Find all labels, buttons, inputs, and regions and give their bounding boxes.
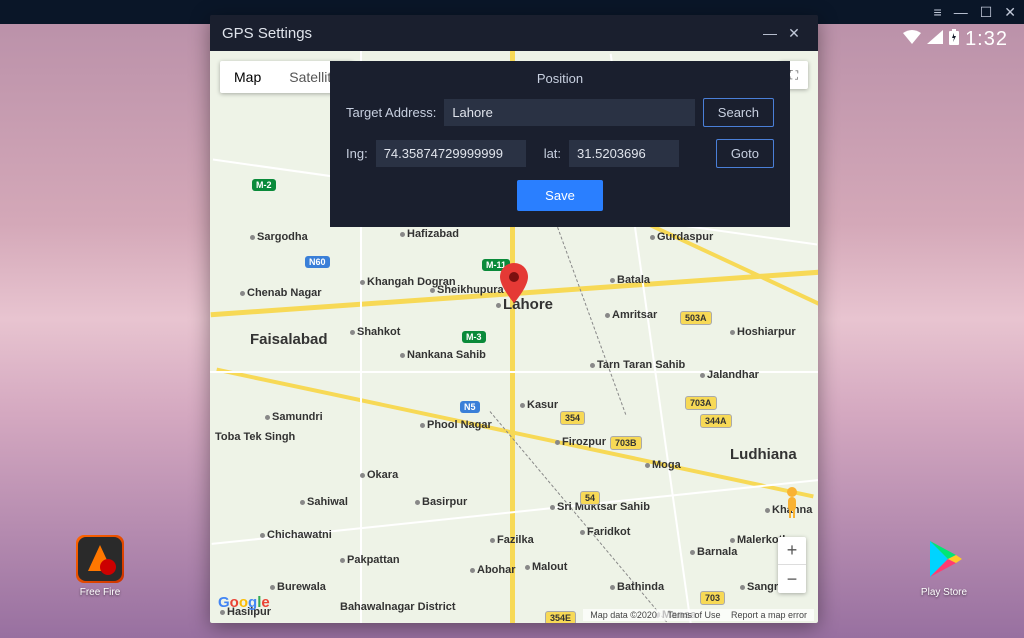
city-muktsar: Sri Muktsar Sahib [550,501,650,513]
city-sargodha: Sargodha [250,231,308,243]
svg-text:Google: Google [218,594,270,611]
search-button[interactable]: Search [703,98,774,127]
city-malout: Malout [525,561,567,573]
city-jalandhar: Jalandhar [700,369,759,381]
app-icon-playstore[interactable]: Play Store [914,535,974,598]
hamburger-icon[interactable]: ≡ [934,4,942,20]
shield-703a: 703A [685,396,717,410]
city-firozpur: Firozpur [555,436,606,448]
city-bathinda: Bathinda [610,581,664,593]
zoom-controls: + − [778,537,806,593]
report-error-link[interactable]: Report a map error [731,610,807,620]
city-gurdaspur: Gurdaspur [650,231,713,243]
city-burewala: Burewala [270,581,326,593]
shield-703b: 703B [610,436,642,450]
shield-503a: 503A [680,311,712,325]
app-icon-freefire[interactable]: Free Fire [70,535,130,598]
wifi-icon [903,30,921,49]
city-abohar: Abohar [470,564,516,576]
city-shahkot: Shahkot [350,326,400,338]
shield-354: 354 [560,411,585,425]
lat-label: lat: [544,146,561,161]
city-hoshiarpur: Hoshiarpur [730,326,796,338]
city-tarntaran: Tarn Taran Sahib [590,359,685,371]
city-basirpur: Basirpur [415,496,467,508]
city-tobatek: Toba Tek Singh [215,431,295,443]
target-address-label: Target Address: [346,105,436,120]
lng-input[interactable] [376,140,526,167]
map-attribution: Map data ©2020 Terms of Use Report a map… [583,609,814,621]
android-statusbar: 1:32 [903,24,1024,54]
close-icon[interactable]: ✕ [1004,4,1016,21]
city-phoolnagar: Phool Nagar [420,419,492,431]
minimize-icon[interactable]: — [954,4,968,20]
clock-time: 1:32 [965,28,1008,51]
terms-link[interactable]: Terms of Use [667,610,720,620]
city-pakpattan: Pakpattan [340,554,400,566]
lng-label: Ing: [346,146,368,161]
city-samundri: Samundri [265,411,323,423]
city-moga: Moga [645,459,681,471]
lat-input[interactable] [569,140,679,167]
shield-354e: 354E [545,611,576,623]
window-close-icon[interactable]: ✕ [782,25,806,42]
signal-icon [927,30,943,49]
save-button[interactable]: Save [517,180,603,211]
city-kasur: Kasur [520,399,558,411]
zoom-out-button[interactable]: − [778,565,806,593]
city-ludhiana: Ludhiana [730,446,797,463]
app-label: Play Store [914,587,974,598]
shield-m3: M-3 [462,331,486,343]
maximize-icon[interactable]: ☐ [980,4,993,21]
goto-button[interactable]: Goto [716,139,774,168]
target-address-input[interactable] [444,99,694,126]
shield-n5: N5 [460,401,480,413]
freefire-icon-image [76,535,124,583]
zoom-in-button[interactable]: + [778,537,806,565]
map-viewport[interactable]: Lahore Faisalabad Ludhiana Sargodha Hafi… [210,51,818,623]
shield-344a: 344A [700,414,732,428]
city-amritsar: Amritsar [605,309,657,321]
map-data-text: Map data ©2020 [590,610,657,620]
playstore-icon-image [920,535,968,583]
city-khangah: Khangah Dogran [360,276,456,288]
city-faisalabad: Faisalabad [250,331,328,348]
window-title: GPS Settings [222,25,758,42]
app-label: Free Fire [70,587,130,598]
window-minimize-icon[interactable]: — [758,25,782,41]
shield-54: 54 [580,491,600,505]
city-barnala: Barnala [690,546,737,558]
battery-icon [949,29,959,50]
city-hafizabad: Hafizabad [400,228,459,240]
map-pin-icon[interactable] [500,263,528,308]
city-fazilka: Fazilka [490,534,534,546]
position-panel: Position Target Address: Search Ing: lat… [330,61,790,227]
fullscreen-icon: ⛶ [790,68,798,83]
gps-window-titlebar[interactable]: GPS Settings — ✕ [210,15,818,51]
city-chenab: Chenab Nagar [240,287,322,299]
city-batala: Batala [610,274,650,286]
shield-703: 703 [700,591,725,605]
city-sahiwal: Sahiwal [300,496,348,508]
shield-n60: N60 [305,256,330,268]
city-bahawalnagar: Bahawalnagar District [340,601,456,613]
streetview-pegman-icon[interactable] [780,486,804,523]
gps-settings-window: GPS Settings — ✕ Lahore Faisalabad Ludhi… [210,15,818,623]
shield-m2: M-2 [252,179,276,191]
city-chichawatni: Chichawatni [260,529,332,541]
tab-map[interactable]: Map [220,61,275,93]
city-faridkot: Faridkot [580,526,630,538]
google-logo: Google [218,592,276,617]
panel-title: Position [346,71,774,86]
city-nankana: Nankana Sahib [400,349,486,361]
city-okara: Okara [360,469,398,481]
